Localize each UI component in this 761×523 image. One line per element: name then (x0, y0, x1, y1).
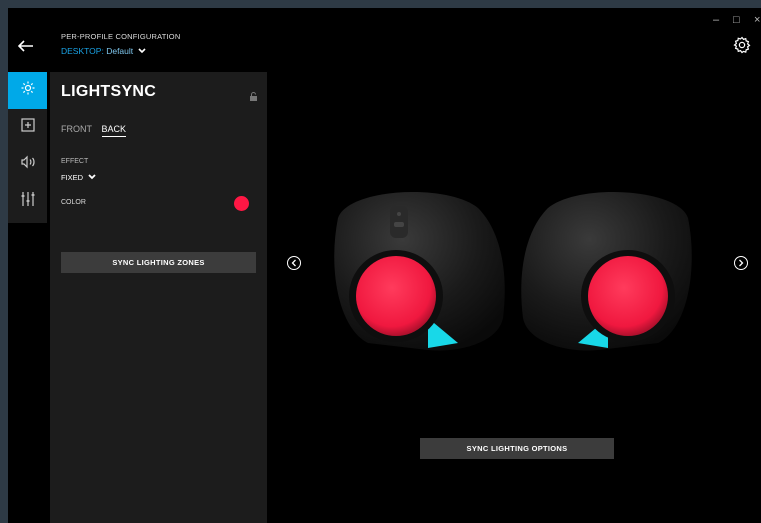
chevron-down-icon (88, 173, 96, 182)
left-led (356, 256, 436, 336)
profile-value: Default (106, 46, 134, 56)
effect-dropdown[interactable]: FIXED (61, 173, 96, 182)
lock-icon[interactable] (249, 88, 258, 101)
sidebar (8, 72, 47, 223)
effect-label: EFFECT (61, 158, 89, 165)
close-button[interactable]: × (754, 14, 760, 26)
color-label: COLOR (61, 199, 86, 206)
sidebar-item-audio[interactable] (8, 146, 47, 183)
lightsync-panel: LIGHTSYNC FRONT BACK EFFECT FIXED COLOR … (50, 72, 267, 523)
sidebar-item-assignments[interactable] (8, 109, 47, 146)
speaker-audio-icon (20, 155, 36, 174)
lighting-icon (21, 81, 35, 100)
equalizer-icon (21, 191, 35, 212)
app-window: – □ × PER-PROFILE CONFIGURATION DESKTOP:… (8, 8, 761, 523)
chevron-down-icon (137, 47, 146, 56)
sidebar-item-equalizer[interactable] (8, 183, 47, 220)
speakers-illustration (334, 191, 692, 351)
left-speaker (334, 191, 505, 351)
profile-key: DESKTOP: (61, 46, 104, 56)
maximize-button[interactable]: □ (733, 14, 740, 26)
right-speaker (521, 191, 692, 351)
profile-selector[interactable]: DESKTOP: Default (61, 46, 180, 56)
gear-icon[interactable] (733, 36, 751, 54)
profile-header: PER-PROFILE CONFIGURATION DESKTOP: Defau… (61, 32, 180, 56)
panel-title: LIGHTSYNC (61, 83, 157, 100)
assignments-icon (20, 118, 35, 137)
effect-value: FIXED (61, 173, 84, 182)
minimize-button[interactable]: – (713, 14, 719, 26)
tab-front[interactable]: FRONT (61, 124, 92, 134)
tab-back[interactable]: BACK (101, 124, 127, 137)
sync-lighting-options-button[interactable]: SYNC LIGHTING OPTIONS (420, 438, 614, 459)
zone-tabs: FRONT BACK (61, 124, 133, 137)
previous-arrow-icon[interactable] (287, 256, 301, 270)
sidebar-item-lighting[interactable] (8, 72, 47, 109)
right-led (588, 256, 668, 336)
back-arrow-icon[interactable] (17, 36, 34, 57)
sync-lighting-zones-button[interactable]: SYNC LIGHTING ZONES (61, 252, 256, 273)
header-label: PER-PROFILE CONFIGURATION (61, 32, 181, 41)
color-swatch[interactable] (234, 196, 249, 211)
